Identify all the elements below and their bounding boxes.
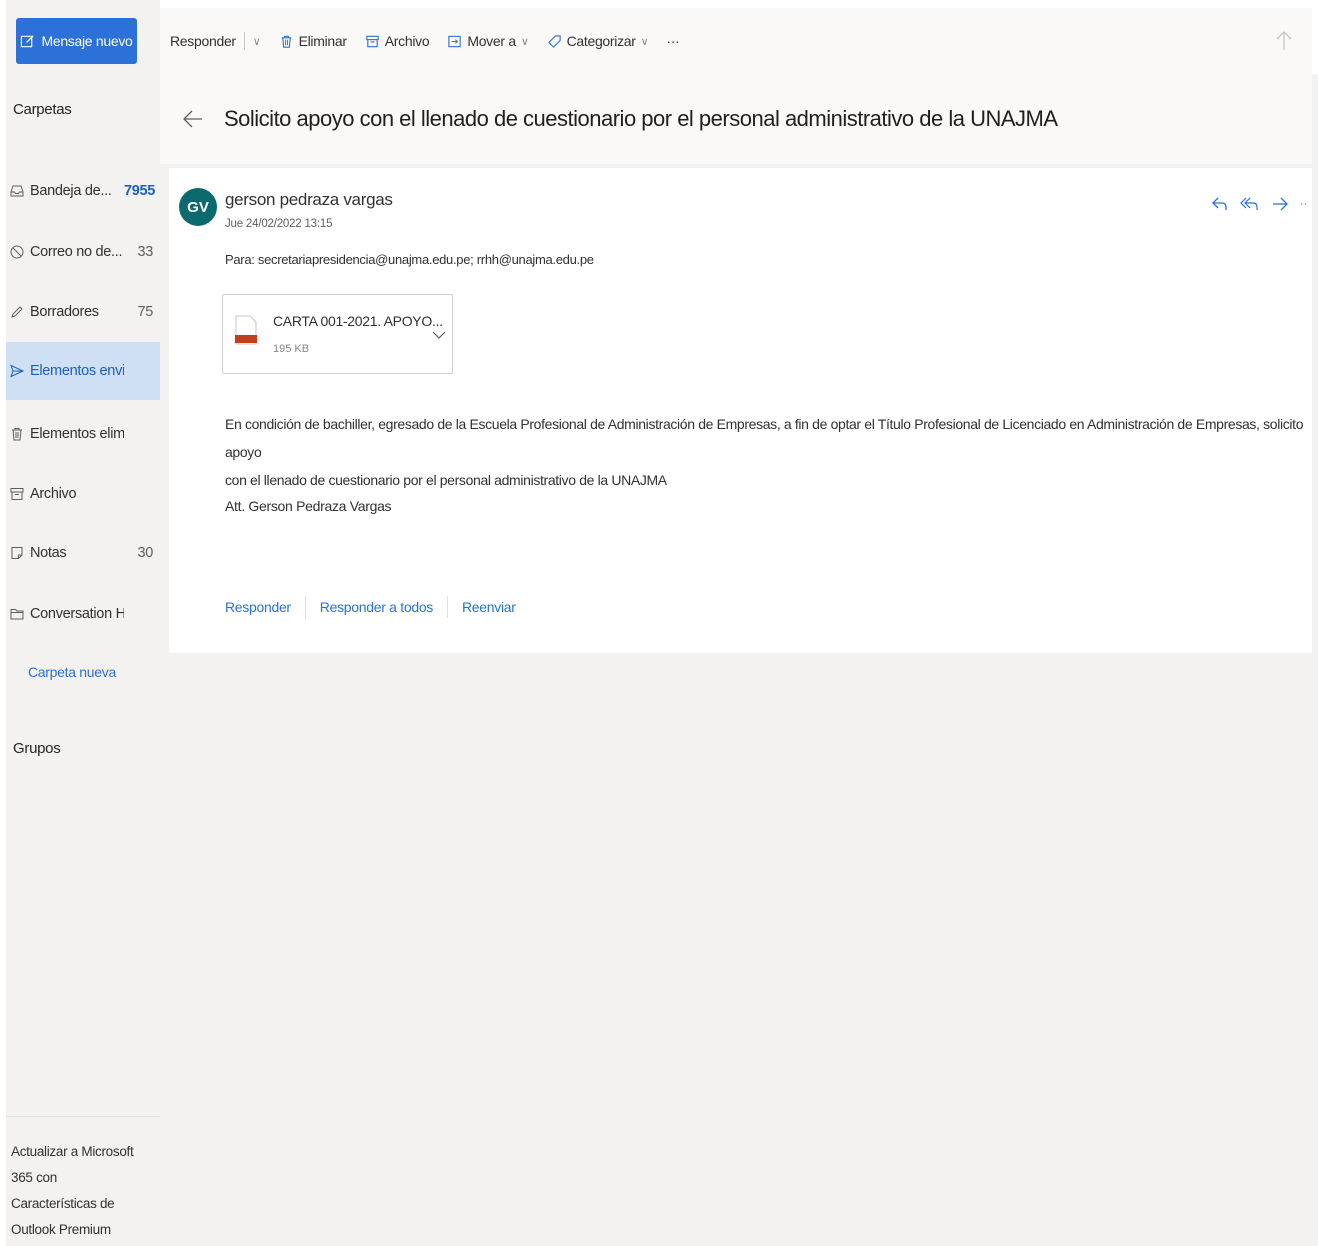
trash-icon	[281, 35, 291, 48]
folder-deleted[interactable]: Elementos elimin...	[6, 405, 160, 463]
message-subject: Solicito apoyo con el llenado de cuestio…	[224, 106, 1058, 131]
forward-icon[interactable]	[1270, 194, 1290, 214]
folder-inbox[interactable]: Bandeja de... 7955	[6, 162, 160, 220]
message-actions	[1210, 194, 1312, 214]
back-arrow-icon[interactable]	[182, 108, 204, 130]
outlook-app: Mensaje nuevo Carpetas Bandeja de... 795…	[0, 0, 1318, 1246]
groups-heading[interactable]: Grupos	[13, 740, 61, 757]
toolbar-categorize-button[interactable]: Categorizar ∨	[547, 33, 649, 49]
junk-icon	[10, 245, 24, 259]
inbox-icon	[10, 185, 24, 197]
junk-count: 33	[137, 244, 153, 260]
divider	[304, 596, 306, 618]
toolbar-move-to-button[interactable]: Mover a ∨	[447, 33, 529, 49]
folder-junk[interactable]: Correo no de... 33	[6, 223, 160, 281]
forward-button[interactable]: Reenviar	[462, 599, 516, 615]
tag-icon	[547, 34, 561, 48]
trash-icon	[12, 428, 22, 441]
inbox-count: 7955	[124, 183, 156, 199]
command-bar: Responder ∨ Eliminar Archivo Mover a ∨ C…	[160, 8, 1312, 74]
toolbar-delete-button[interactable]: Eliminar	[279, 33, 347, 49]
toolbar-divider	[243, 32, 245, 50]
notes-count: 30	[137, 545, 153, 561]
reply-options-dropdown[interactable]: ∨	[253, 35, 261, 48]
folder-icon	[10, 609, 24, 620]
folders-heading[interactable]: Carpetas	[13, 101, 72, 118]
folder-pane: Mensaje nuevo Carpetas Bandeja de... 795…	[6, 0, 160, 1246]
arrow-up-icon[interactable]	[1274, 29, 1294, 53]
move-to-folder-icon	[448, 35, 462, 47]
reply-button[interactable]: Responder	[225, 599, 291, 615]
toolbar-archive-button[interactable]: Archivo	[365, 33, 430, 49]
reading-pane: Solicito apoyo con el llenado de cuestio…	[160, 74, 1318, 1246]
toolbar-more-button[interactable]: ···	[666, 33, 679, 49]
attachment-name: CARTA 001-2021. APOYO...	[273, 313, 443, 329]
reply-row: Responder Responder a todos Reenviar	[225, 596, 516, 618]
message-body: En condición de bachiller, egresado de l…	[225, 410, 1310, 494]
reply-all-button[interactable]: Responder a todos	[320, 599, 434, 615]
folder-conversation-history[interactable]: Conversation His...	[6, 585, 160, 643]
chevron-down-icon[interactable]	[431, 327, 447, 343]
drafts-count: 75	[137, 304, 153, 320]
archive-icon	[10, 488, 24, 500]
attachment-card[interactable]: CARTA 001-2021. APOYO... 195 KB	[222, 294, 453, 374]
body-line: En condición de bachiller, egresado de l…	[225, 416, 1304, 460]
chevron-down-icon: ∨	[520, 35, 529, 48]
more-icon: ···	[666, 33, 680, 49]
folder-notes[interactable]: Notas 30	[6, 524, 160, 582]
folder-archive[interactable]: Archivo	[6, 465, 160, 523]
folder-drafts[interactable]: Borradores 75	[6, 283, 160, 341]
chevron-down-icon: ∨	[252, 35, 261, 48]
send-icon	[10, 364, 25, 378]
folder-sent[interactable]: Elementos envia...	[6, 342, 160, 400]
body-line: con el llenado de cuestionario por el pe…	[225, 472, 667, 488]
message-card: GV gerson pedraza vargas Jue 24/02/2022 …	[169, 168, 1312, 653]
avatar[interactable]: GV	[179, 188, 217, 226]
new-folder-link[interactable]: Carpeta nueva	[28, 664, 116, 680]
reply-all-icon[interactable]	[1240, 194, 1260, 214]
sender-name[interactable]: gerson pedraza vargas	[225, 190, 393, 210]
attachment-size: 195 KB	[273, 343, 310, 355]
signature: Att. Gerson Pedraza Vargas	[225, 498, 392, 514]
chevron-down-icon: ∨	[640, 35, 649, 48]
upgrade-promo[interactable]: Actualizar a Microsoft 365 con Caracterí…	[6, 1116, 160, 1246]
divider	[447, 596, 448, 618]
compose-icon	[21, 34, 35, 47]
pdf-file-icon	[235, 315, 257, 345]
toolbar-reply-button[interactable]: Responder	[170, 33, 236, 49]
recipients-line: Para: secretariapresidencia@unajma.edu.p…	[225, 252, 594, 267]
pencil-icon	[11, 306, 23, 318]
subject-bar: Solicito apoyo con el llenado de cuestio…	[160, 74, 1312, 164]
new-message-label: Mensaje nuevo	[41, 33, 133, 49]
note-icon	[11, 547, 23, 559]
more-options-icon[interactable]	[1300, 194, 1312, 214]
message-date: Jue 24/02/2022 13:15	[225, 218, 333, 230]
new-message-button[interactable]: Mensaje nuevo	[16, 18, 137, 64]
reply-icon[interactable]	[1210, 194, 1230, 214]
archive-icon	[366, 35, 379, 47]
